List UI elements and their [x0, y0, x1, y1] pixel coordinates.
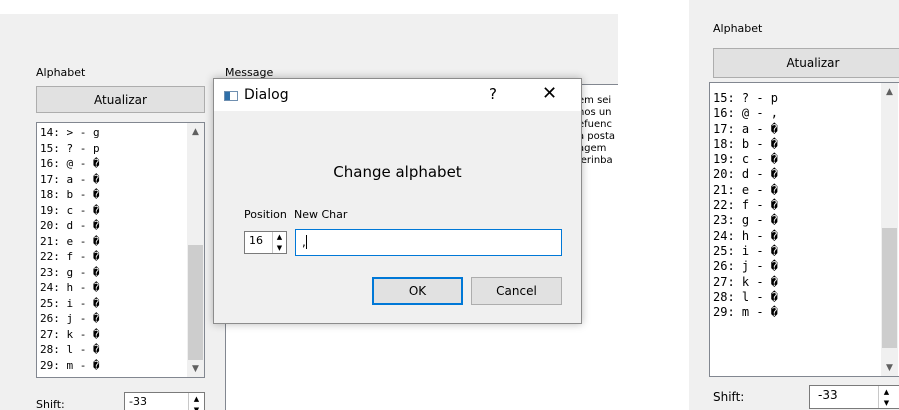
spin-down-icon[interactable]: ▼ [273, 243, 286, 254]
scroll-down-icon[interactable]: ▼ [881, 359, 898, 376]
list-item[interactable]: 28: l - � [40, 342, 100, 358]
list-item[interactable]: 17: a - � [713, 122, 778, 137]
scroll-up-icon[interactable]: ▲ [881, 83, 898, 100]
list-scrollbar[interactable]: ▲ ▼ [187, 123, 204, 377]
list-item[interactable]: 26: j - � [40, 311, 100, 327]
list-item[interactable]: 25: i - � [40, 296, 100, 312]
cancel-button[interactable]: Cancel [471, 277, 562, 305]
alphabet-label: Alphabet [36, 66, 86, 79]
alphabet-label: Alphabet [713, 22, 763, 35]
list-item[interactable]: 25: i - � [713, 244, 778, 259]
alphabet-list-items: 14: > - g 15: ? - p 16: @ - � 17: a - � 18: … [40, 125, 100, 373]
dialog-heading: Change alphabet [333, 163, 462, 181]
close-icon[interactable]: ✕ [542, 83, 557, 104]
shift-spinbox[interactable]: -33 ▲ ▼ [124, 392, 205, 410]
list-item[interactable]: 18: b - � [40, 187, 100, 203]
position-spinbox[interactable]: 16 ▲ ▼ [244, 231, 287, 254]
list-item[interactable]: 20: d - � [713, 167, 778, 182]
shift-value: -33 [129, 395, 147, 408]
message-line: lerinba [578, 155, 613, 166]
list-item[interactable]: 16: @ - � [40, 156, 100, 172]
message-text: em sei nos un efuenc a posta agem lerinba [578, 95, 615, 167]
list-item[interactable]: 20: d - � [40, 218, 100, 234]
ok-button[interactable]: OK [372, 277, 463, 305]
message-line: agem [578, 143, 607, 154]
list-item[interactable]: 27: k - � [40, 327, 100, 343]
list-item[interactable]: 29: m - � [713, 305, 778, 320]
list-item[interactable]: 19: c - � [713, 152, 778, 167]
message-line: nos un [578, 107, 612, 118]
shift-value: -33 [818, 388, 838, 402]
shift-spinbox[interactable]: -33 ▲ ▼ [809, 385, 899, 409]
list-item[interactable]: 23: g - � [40, 265, 100, 281]
second-window: Alphabet Atualizar 15: ? - p 16: @ - , 17:… [689, 0, 899, 410]
list-item[interactable]: 18: b - � [713, 137, 778, 152]
list-item[interactable]: 22: f - � [40, 249, 100, 265]
shift-label: Shift: [36, 398, 65, 410]
spin-down-icon[interactable]: ▼ [189, 404, 204, 410]
message-line: em sei [578, 95, 612, 106]
list-item[interactable]: 16: @ - , [713, 106, 778, 121]
list-item[interactable]: 28: l - � [713, 290, 778, 305]
message-line: efuenc [578, 119, 612, 130]
alphabet-list[interactable]: 15: ? - p 16: @ - , 17: a - � 18: b - � 19: … [709, 82, 899, 377]
list-item[interactable]: 24: h - � [40, 280, 100, 296]
list-item[interactable]: 24: h - � [713, 229, 778, 244]
list-item[interactable]: 21: e - � [40, 234, 100, 250]
update-button[interactable]: Atualizar [713, 48, 899, 78]
scroll-up-icon[interactable]: ▲ [187, 123, 204, 140]
spin-down-icon[interactable]: ▼ [879, 397, 894, 408]
list-item[interactable]: 26: j - � [713, 259, 778, 274]
list-item[interactable]: 15: ? - p [40, 141, 100, 157]
window-icon [224, 91, 238, 101]
list-item[interactable]: 21: e - � [713, 183, 778, 198]
list-scrollbar[interactable]: ▲ ▼ [881, 83, 898, 376]
list-item[interactable]: 23: g - � [713, 213, 778, 228]
list-item[interactable]: 19: c - � [40, 203, 100, 219]
list-item[interactable]: 29: m - � [40, 358, 100, 374]
scroll-down-icon[interactable]: ▼ [187, 360, 204, 377]
text-caret [306, 235, 307, 249]
spin-up-icon[interactable]: ▲ [189, 393, 204, 404]
spin-up-icon[interactable]: ▲ [879, 386, 894, 397]
dialog-titlebar: Dialog ? ✕ [214, 79, 581, 111]
list-item[interactable]: 14: > - g [40, 125, 100, 141]
dialog-title: Dialog [244, 87, 289, 103]
help-icon[interactable]: ? [489, 85, 497, 103]
position-label: Position [244, 208, 287, 221]
alphabet-list[interactable]: 14: > - g 15: ? - p 16: @ - � 17: a - � 18: … [36, 122, 205, 378]
spin-up-icon[interactable]: ▲ [273, 232, 286, 243]
new-char-input[interactable]: , [295, 229, 562, 256]
list-item[interactable]: 15: ? - p [713, 91, 778, 106]
scroll-thumb[interactable] [188, 245, 203, 360]
message-line: a posta [578, 131, 616, 142]
alphabet-list-items: 15: ? - p 16: @ - , 17: a - � 18: b - � 19: … [713, 91, 778, 320]
change-alphabet-dialog: Dialog ? ✕ Change alphabet Position New … [213, 78, 582, 324]
scroll-thumb[interactable] [882, 228, 897, 348]
shift-label: Shift: [713, 390, 745, 404]
position-value: 16 [249, 234, 263, 247]
update-button[interactable]: Atualizar [36, 86, 205, 113]
list-item[interactable]: 22: f - � [713, 198, 778, 213]
list-item[interactable]: 17: a - � [40, 172, 100, 188]
new-char-label: New Char [294, 208, 348, 221]
list-item[interactable]: 27: k - � [713, 275, 778, 290]
